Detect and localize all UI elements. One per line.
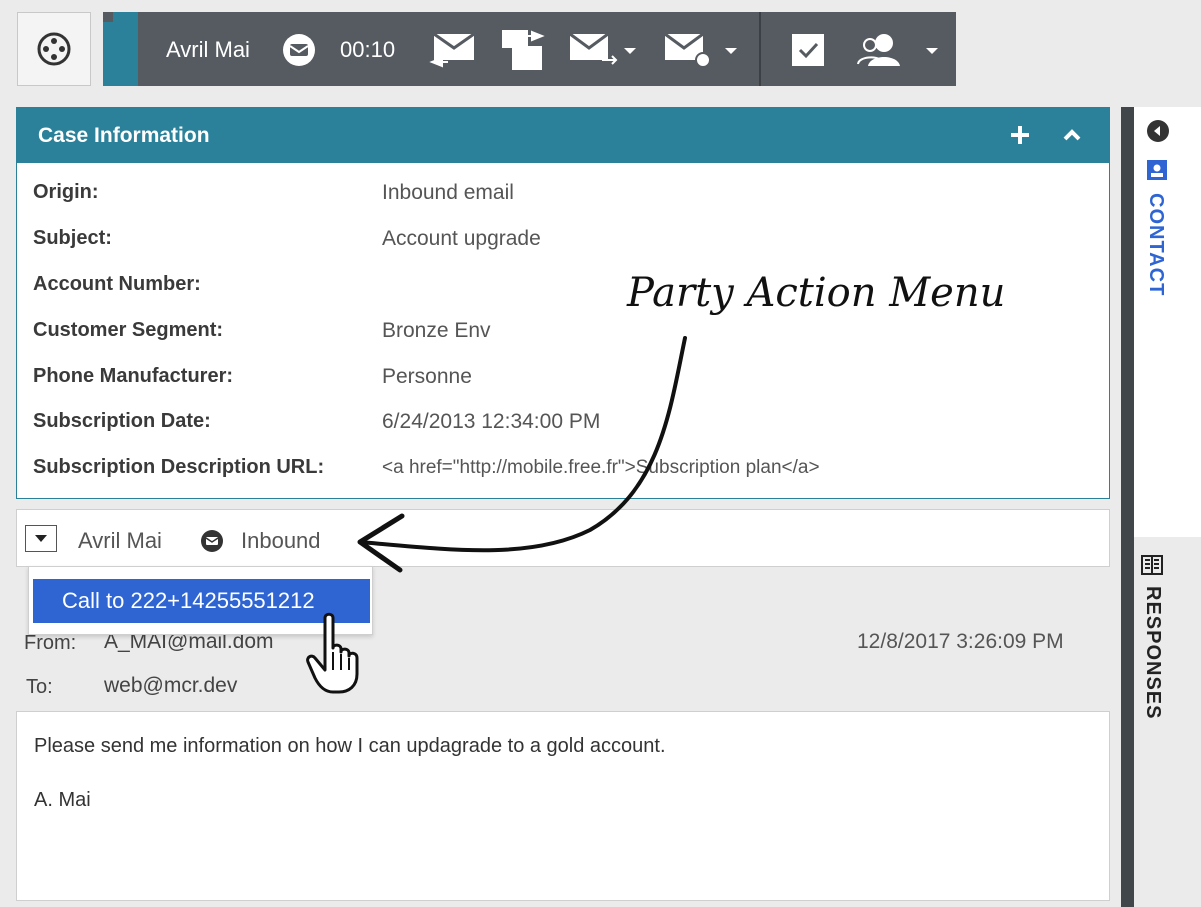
annotation-arrow-icon <box>357 336 687 573</box>
consult-user-button[interactable] <box>856 30 942 70</box>
email-icon <box>281 30 317 70</box>
case-row-value: Account upgrade <box>382 227 541 250</box>
contact-tab-label: CONTACT <box>1145 193 1167 297</box>
from-label: From: <box>24 632 77 654</box>
case-row-label: Account Number: <box>33 273 201 295</box>
hand-pointer-icon <box>305 612 369 701</box>
case-row-label: Origin: <box>33 181 99 203</box>
party-status: Inbound <box>241 528 321 553</box>
toolbar-separator <box>759 12 761 86</box>
interaction-timer: 00:10 <box>340 37 396 62</box>
email-body-line: Please send me information on how I can … <box>34 735 666 757</box>
case-row-label: Subscription Date: <box>33 410 211 432</box>
responses-tab-label[interactable]: RESPONSES <box>1141 586 1164 719</box>
case-row-value: Inbound email <box>382 181 514 204</box>
case-row-label: Subject: <box>33 227 112 249</box>
side-panel-divider <box>1121 107 1134 907</box>
caret-down-icon <box>35 534 47 542</box>
email-actions-icon <box>664 32 737 68</box>
add-case-data-button[interactable] <box>1007 122 1033 153</box>
toolbar-contact-name: Avril Mai <box>166 37 250 62</box>
party-name: Avril Mai <box>78 528 162 553</box>
main-menu-button[interactable] <box>17 12 91 86</box>
transfer-email-icon <box>569 32 636 65</box>
collapse-case-button[interactable] <box>1059 122 1085 153</box>
email-body: Please send me information on how I can … <box>16 711 1110 901</box>
to-label: To: <box>26 676 53 698</box>
chevron-up-icon <box>1063 129 1081 141</box>
interaction-toolbar: Avril Mai 00:10 <box>103 12 956 86</box>
email-date: 12/8/2017 3:26:09 PM <box>857 630 1064 653</box>
contact-card-icon <box>1146 159 1168 186</box>
mark-done-button[interactable] <box>791 30 825 70</box>
case-information-header: Case Information <box>17 108 1109 163</box>
forward-email-icon <box>502 30 545 70</box>
active-interaction-accent <box>103 12 138 86</box>
annotation-label: Party Action Menu <box>627 270 1006 316</box>
email-body-line: A. Mai <box>34 789 91 811</box>
collapse-side-icon[interactable] <box>1146 119 1170 148</box>
case-information-title: Case Information <box>38 124 210 147</box>
case-row-label: Subscription Description URL: <box>33 456 325 478</box>
to-value: web@mcr.dev <box>104 674 238 697</box>
case-row-label: Customer Segment: <box>33 319 224 341</box>
consult-user-icon <box>857 34 938 66</box>
plus-icon <box>1011 126 1029 144</box>
menu-icon <box>37 32 71 66</box>
case-row-label: Phone Manufacturer: <box>33 365 234 387</box>
contact-tab[interactable]: CONTACT <box>1134 107 1201 537</box>
email-actions-button[interactable] <box>663 30 739 70</box>
transfer-email-button[interactable] <box>568 30 638 70</box>
responses-book-icon <box>1140 554 1164 581</box>
forward-email-button[interactable] <box>498 30 548 70</box>
reply-email-icon <box>429 32 475 68</box>
party-action-menu-button[interactable] <box>25 525 57 552</box>
done-checkbox-icon <box>792 34 824 66</box>
reply-email-button[interactable] <box>428 30 478 70</box>
email-status-icon <box>200 529 224 558</box>
